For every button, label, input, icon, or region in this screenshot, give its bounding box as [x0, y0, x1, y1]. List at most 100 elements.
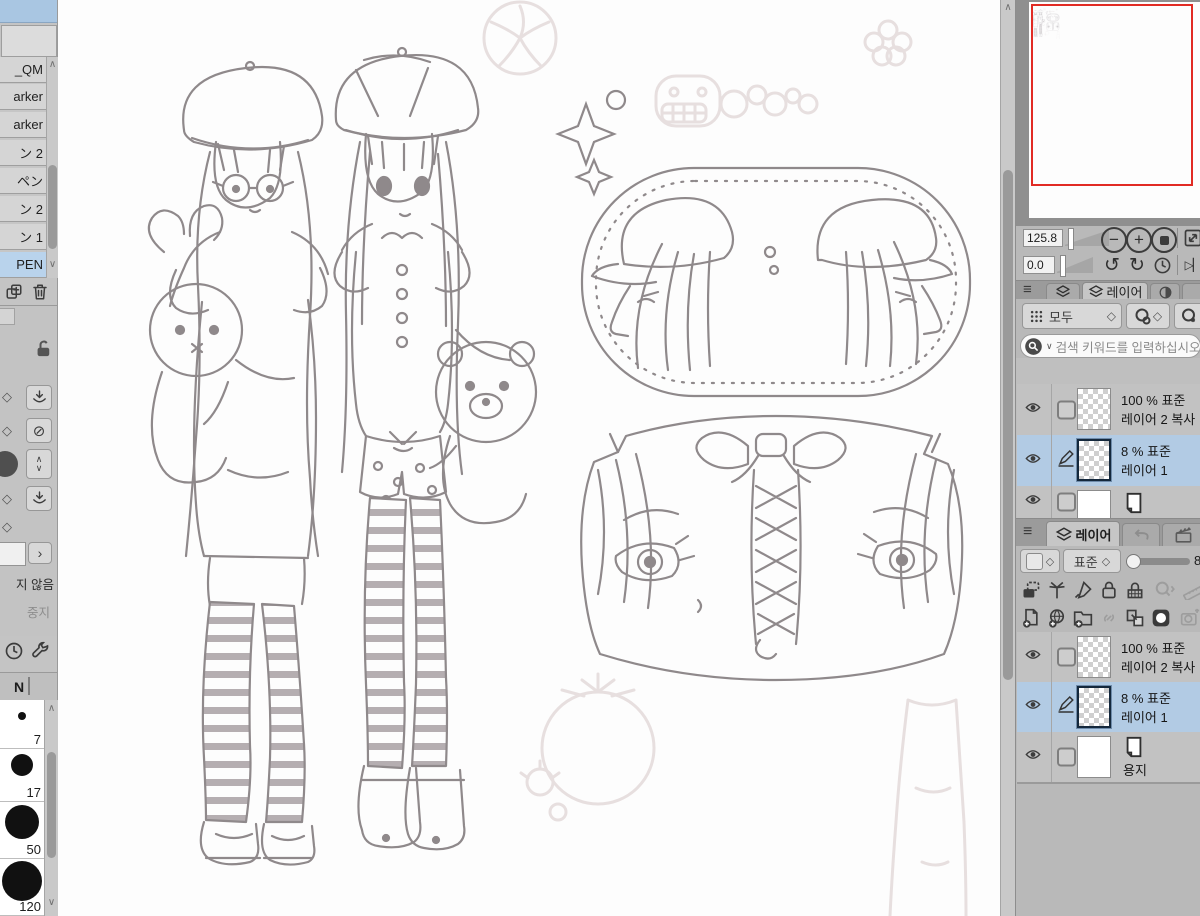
subtool-item[interactable]: ン 1 — [0, 224, 46, 250]
lock-transparent-pixels-icon[interactable] — [1124, 579, 1146, 601]
rotate-cw-button[interactable]: ↻ — [1126, 254, 1148, 276]
search-caret-icon[interactable]: ∨ — [1046, 341, 1053, 352]
visibility-eye-icon[interactable] — [1023, 492, 1043, 513]
scroll-up-icon[interactable]: ∧ — [45, 704, 58, 714]
new-raster-layer-icon[interactable] — [1020, 607, 1042, 629]
lock-layer-icon[interactable] — [1098, 579, 1120, 601]
layer-thumbnail[interactable] — [1077, 736, 1111, 778]
panel-tab-stub[interactable] — [0, 308, 15, 325]
zoom-out-button[interactable]: − — [1101, 227, 1127, 253]
new-vector-layer-icon[interactable] — [1046, 607, 1068, 629]
layer-checkbox[interactable] — [1057, 492, 1076, 512]
stepper-icon[interactable]: ◇ — [2, 520, 12, 533]
value-stepper[interactable]: ∧ ∨ — [26, 449, 52, 479]
subtool-item[interactable]: ペン — [0, 168, 46, 194]
flip-horizontal-button[interactable]: ▷▏◀ — [1180, 254, 1200, 276]
layer-thumbnail[interactable] — [1077, 636, 1111, 678]
value-input[interactable] — [0, 542, 26, 566]
tab-history[interactable] — [1122, 523, 1160, 547]
canvas[interactable] — [58, 0, 1000, 916]
layer-thumbnail[interactable] — [1076, 438, 1112, 482]
layer-name[interactable]: 레이어 2 복사 — [1121, 657, 1195, 676]
subtool-scroll-thumb[interactable] — [48, 165, 57, 249]
scroll-down-icon[interactable]: ∨ — [47, 260, 58, 270]
scroll-down-icon[interactable]: ∨ — [45, 898, 58, 908]
opacity-slider-handle[interactable] — [1126, 554, 1141, 569]
scroll-up-icon[interactable]: ∧ — [1001, 3, 1015, 13]
opacity-source-button[interactable] — [26, 486, 52, 511]
layer-thumbnail[interactable] — [1076, 685, 1112, 729]
brush-scroll-thumb[interactable] — [47, 752, 56, 858]
subtool-item[interactable]: ン 2 — [0, 140, 46, 166]
brush-size-item[interactable]: 120 — [0, 859, 44, 916]
layer-row-paper[interactable]: 용지 — [1017, 732, 1200, 783]
draft-layer-icon[interactable] — [1072, 579, 1094, 601]
canvas-vscroll-thumb[interactable] — [1003, 170, 1013, 680]
clear-search-button[interactable] — [1174, 303, 1200, 329]
zoom-in-button[interactable]: + — [1126, 227, 1152, 253]
layer-checkbox[interactable] — [1057, 400, 1076, 419]
palette-color-select[interactable]: ◇ — [1020, 549, 1060, 573]
expand-button[interactable]: › — [28, 542, 52, 564]
visibility-eye-icon[interactable] — [1023, 697, 1043, 718]
selection-source-icon-disabled[interactable] — [1152, 579, 1178, 601]
zoom-value[interactable]: 125.8 — [1023, 229, 1063, 247]
brush-shape-preview[interactable] — [0, 451, 18, 477]
layer-row-selected[interactable]: 8 % 표준 레이어 1 — [1017, 435, 1200, 487]
layer-mask-icon[interactable] — [1150, 607, 1172, 629]
subtool-scrollbar[interactable]: ∧ ∨ — [46, 57, 58, 278]
visibility-eye-icon[interactable] — [1023, 399, 1043, 420]
layer-name[interactable]: 레이어 1 — [1121, 460, 1168, 479]
layer-name[interactable]: 레이어 2 복사 — [1121, 409, 1195, 428]
apply-mask-icon-disabled[interactable] — [1178, 607, 1200, 629]
layer-row-selected[interactable]: 8 % 표준 레이어 1 — [1017, 682, 1200, 733]
delete-subtool-button[interactable] — [30, 282, 50, 302]
duplicate-subtool-button[interactable] — [4, 282, 24, 302]
visibility-eye-icon[interactable] — [1023, 747, 1043, 768]
visibility-eye-icon[interactable] — [1023, 450, 1043, 471]
brush-size-item[interactable]: 7 — [0, 700, 44, 749]
unlock-icon[interactable] — [32, 338, 54, 360]
panel-menu-icon[interactable]: ≡ — [1023, 524, 1032, 540]
subtool-item[interactable]: arker — [0, 84, 46, 110]
tab-animation[interactable] — [1162, 523, 1200, 547]
layer-effect-icon[interactable] — [1046, 579, 1068, 601]
layer-checkbox[interactable] — [1057, 647, 1076, 667]
no-effect-button[interactable]: ⊘ — [26, 418, 52, 443]
layer-checkbox[interactable] — [1057, 747, 1076, 767]
subtool-item[interactable]: _QM — [0, 57, 46, 83]
brush-size-source-button[interactable] — [26, 385, 52, 410]
layer-row[interactable]: 100 % 표준 레이어 2 복사 — [1017, 384, 1200, 436]
tab-layer-palette[interactable]: 레이어 — [1046, 521, 1120, 547]
tab-tone[interactable] — [1150, 283, 1180, 300]
reset-clock-icon[interactable] — [3, 640, 25, 662]
layer-row-paper-clipped[interactable]: 용지 — [1017, 486, 1200, 519]
brush-size-tab[interactable]: N — [14, 679, 24, 695]
stepper-icon[interactable]: ◇ — [2, 492, 12, 505]
transfer-down-icon-disabled[interactable] — [1098, 607, 1120, 629]
tab-layer-palette[interactable]: 레이어 — [1082, 282, 1148, 300]
navigator-view-rect[interactable] — [1031, 4, 1193, 186]
blend-mode-select[interactable]: 표준 ◇ — [1063, 549, 1121, 573]
zoom-100-button[interactable] — [1151, 227, 1177, 253]
navigator-thumbnail[interactable] — [1029, 2, 1200, 218]
layer-name[interactable]: 레이어 1 — [1121, 707, 1168, 726]
clip-to-layer-below-icon[interactable] — [1020, 579, 1042, 601]
filter-category-select[interactable]: 모두 ◇ — [1022, 303, 1122, 329]
zoom-slider-handle[interactable] — [1068, 228, 1074, 250]
rotate-ccw-button[interactable]: ↺ — [1101, 254, 1123, 276]
selected-tool-header[interactable] — [0, 0, 57, 23]
brush-size-item[interactable]: 50 — [0, 802, 44, 859]
subtool-item[interactable]: arker — [0, 112, 46, 138]
ruler-icon-disabled[interactable] — [1182, 579, 1200, 601]
layer-search-bar[interactable]: ∨ 검색 키워드를 입력하십시오. — [1020, 334, 1200, 358]
layer-thumbnail[interactable] — [1077, 388, 1111, 430]
brush-size-item[interactable]: 17 — [0, 749, 44, 802]
panel-menu-icon[interactable]: ≡ — [1023, 282, 1032, 297]
filter-scope-select[interactable]: ◇ — [1126, 303, 1170, 329]
subtool-item[interactable]: ン 2 — [0, 196, 46, 222]
fit-to-screen-icon[interactable] — [1182, 227, 1200, 249]
rotation-slider-handle[interactable] — [1060, 255, 1066, 277]
brush-size-scrollbar[interactable]: ∧ ∨ — [44, 700, 58, 916]
layer-row[interactable]: 100 % 표준 레이어 2 복사 — [1017, 632, 1200, 683]
